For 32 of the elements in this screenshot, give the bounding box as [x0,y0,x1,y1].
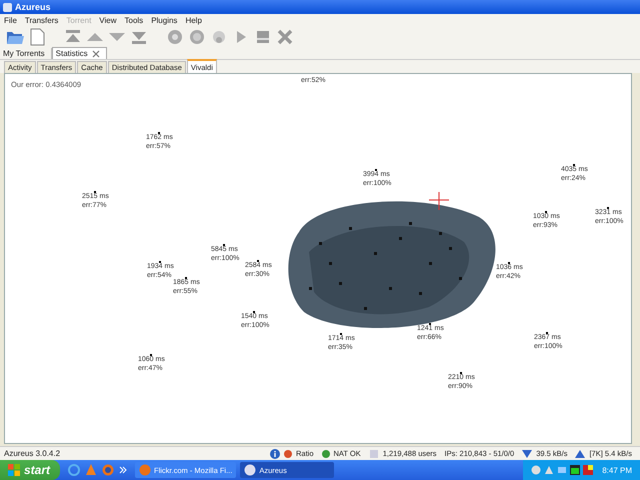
chevron-icon[interactable] [119,464,127,476]
clock: 8:47 PM [602,466,632,474]
browser-icon[interactable] [68,464,80,476]
menu-item[interactable]: Plugins [151,16,178,25]
version-label: Azureus 3.0.4.2 [4,449,60,458]
window-title: Azureus [15,2,51,12]
cone-icon[interactable] [85,464,97,476]
crosshair-icon [428,192,450,210]
window-icon [244,464,256,476]
app-icon [3,2,12,12]
menu-item[interactable]: View [99,16,116,25]
meter-icon[interactable] [570,465,580,475]
menu-item[interactable]: Transfers [24,16,58,25]
stop-icon[interactable] [254,28,272,46]
view-tab[interactable]: Statistics [52,47,107,59]
close-icon[interactable] [92,50,100,58]
menu-item[interactable]: Help [185,16,202,25]
circle-icon[interactable] [210,28,228,46]
circle-icon[interactable] [188,28,206,46]
menu-item[interactable]: File [4,16,17,25]
tray-icon[interactable] [531,465,542,475]
download-icon [522,450,532,458]
menu-item[interactable]: Tools [124,16,144,25]
upload-icon [575,450,586,458]
windows-flag-icon [8,464,20,476]
tray-icon[interactable] [583,465,594,475]
info-icon[interactable] [270,448,280,458]
window-icon [139,464,151,476]
tray-icon[interactable] [544,465,554,475]
users-icon [368,448,379,458]
remove-icon[interactable] [276,28,294,46]
globe-icon[interactable] [102,464,114,476]
